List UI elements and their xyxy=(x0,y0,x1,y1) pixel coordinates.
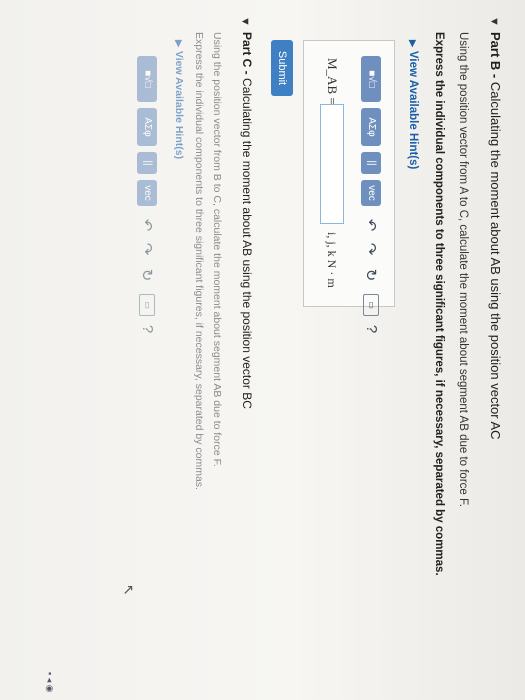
part-b-express-text: Express the individual components to thr… xyxy=(433,32,445,576)
pause-button-c[interactable]: || xyxy=(137,152,157,174)
keyboard-icon-c[interactable]: ▭ xyxy=(139,294,155,316)
submit-button[interactable]: Submit xyxy=(271,40,293,96)
view-hints-link-b[interactable]: ▶ View Available Hint(s) xyxy=(407,40,419,169)
part-c-express-text: Express the individual components to thr… xyxy=(193,32,205,490)
greek-icon: ΑΣφ xyxy=(366,117,377,137)
collapse-caret-icon[interactable]: ▼ xyxy=(488,16,500,27)
vec-icon: vec xyxy=(366,185,377,201)
moment-answer-input[interactable] xyxy=(320,104,344,224)
template-icon: ■√□ xyxy=(366,70,377,88)
homework-page: ▼ Part B - Calculating the moment about … xyxy=(0,0,525,700)
units-label: i, j, k N · m xyxy=(325,232,339,288)
part-c-heading: Calculating the moment about AB using th… xyxy=(240,78,254,409)
part-b-label: Part B - xyxy=(488,32,503,79)
greek-icon-c: ΑΣφ xyxy=(142,117,153,137)
pause-icon: || xyxy=(366,160,377,166)
undo-icon-c[interactable]: ↶ xyxy=(138,216,156,234)
vector-button-c[interactable]: vec xyxy=(137,180,157,206)
pause-button[interactable]: || xyxy=(361,152,381,174)
template-button[interactable]: ■√□ xyxy=(361,56,381,102)
vector-button[interactable]: vec xyxy=(361,180,381,206)
keyboard-icon[interactable]: ▭ xyxy=(363,294,379,316)
photo-stage: ▼ Part B - Calculating the moment about … xyxy=(0,0,525,700)
expand-triangle-icon: ▶ xyxy=(408,40,418,47)
reset-icon-c[interactable]: ↻ xyxy=(138,266,156,284)
vec-icon-c: vec xyxy=(142,185,153,201)
part-c-label: Part C - xyxy=(240,32,254,75)
taskbar-icons: ▪ ◂ ◉ xyxy=(45,672,55,693)
view-hints-link-c[interactable]: ▶ View Available Hint(s) xyxy=(173,40,185,159)
collapse-caret-icon-c[interactable]: ▼ xyxy=(239,16,251,27)
template-icon-c: ■√□ xyxy=(142,70,153,88)
expand-triangle-icon-c: ▶ xyxy=(174,40,184,47)
part-c-title[interactable]: Part C - Calculating the moment about AB… xyxy=(240,32,254,409)
view-hints-label-c: View Available Hint(s) xyxy=(173,50,185,160)
help-icon[interactable]: ? xyxy=(363,320,380,338)
template-button-c[interactable]: ■√□ xyxy=(137,56,157,102)
submit-label: Submit xyxy=(276,50,288,86)
part-b-heading: Calculating the moment about AB using th… xyxy=(488,81,503,440)
part-b-instruction: Using the position vector from A to C, c… xyxy=(457,32,469,507)
greek-symbols-button[interactable]: ΑΣφ xyxy=(361,108,381,146)
part-c-instruction: Using the position vector from B to C, c… xyxy=(211,32,223,467)
redo-icon[interactable]: ↷ xyxy=(362,240,380,258)
undo-icon[interactable]: ↶ xyxy=(362,216,380,234)
greek-symbols-button-c[interactable]: ΑΣφ xyxy=(137,108,157,146)
pause-icon-c: || xyxy=(142,160,153,166)
view-hints-label-b: View Available Hint(s) xyxy=(407,50,419,170)
answer-frame xyxy=(303,40,395,307)
reset-icon[interactable]: ↻ xyxy=(362,266,380,284)
part-b-title[interactable]: Part B - Calculating the moment about AB… xyxy=(488,32,503,440)
moment-label: M_AB = xyxy=(324,58,340,105)
mouse-cursor-icon: ↖ xyxy=(121,584,137,596)
moment-symbol: M_AB = xyxy=(325,58,340,105)
redo-icon-c[interactable]: ↷ xyxy=(138,240,156,258)
help-icon-c[interactable]: ? xyxy=(139,320,156,338)
